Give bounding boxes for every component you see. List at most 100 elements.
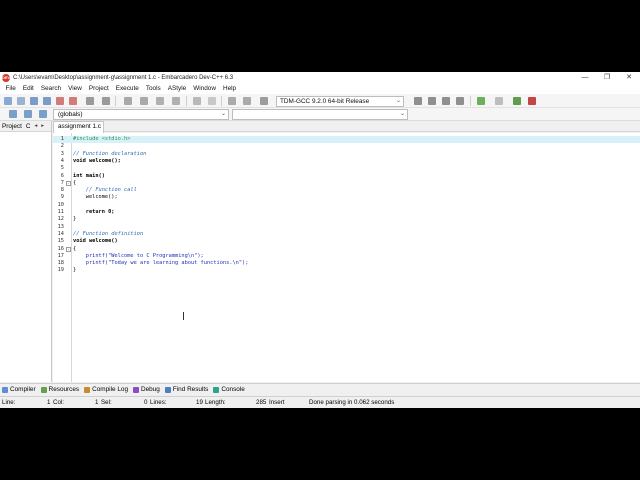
new-file-icon[interactable] [4, 97, 12, 105]
minimize-button[interactable]: — [574, 72, 596, 83]
window-title: C:\Users\evam\Desktop\assignment-g\assig… [13, 74, 234, 81]
tab-classes[interactable]: C [24, 123, 33, 130]
menu-file[interactable]: File [2, 85, 19, 92]
line-number: 18 [57, 260, 64, 267]
restore-button[interactable]: ❐ [596, 72, 618, 83]
code-line[interactable]: 1 #include <stdio.h> [53, 136, 640, 144]
save-all-icon[interactable] [43, 97, 51, 105]
debug-icon [133, 386, 140, 393]
members-select[interactable]: ⌄ [232, 109, 408, 120]
close-button[interactable]: ✕ [618, 72, 640, 83]
status-col-label: Col: [53, 399, 65, 406]
menu-project[interactable]: Project [85, 85, 112, 92]
code-line[interactable]: 10 [53, 202, 640, 209]
stop-execution-icon[interactable] [495, 97, 503, 105]
goto-declaration-icon[interactable] [9, 110, 17, 118]
compiler-select[interactable]: TDM-GCC 9.2.0 64-bit Release ⌄ [276, 96, 404, 107]
menu-tools[interactable]: Tools [142, 85, 164, 92]
code-text: printf("Today we are learning about func… [73, 260, 249, 267]
code-text: welcome(); [73, 194, 118, 201]
goto-definition-icon[interactable] [24, 110, 32, 118]
syntax-check-icon[interactable] [477, 97, 485, 105]
code-line[interactable]: 4 void welcome(); [53, 158, 640, 165]
code-line[interactable]: 6 int main() [53, 173, 640, 180]
tab-console[interactable]: Console [213, 386, 245, 393]
line-number: 10 [57, 201, 64, 208]
new-class-icon[interactable] [39, 110, 47, 118]
tab-assignment-1c[interactable]: assignment 1.c [53, 121, 104, 133]
menu-help[interactable]: Help [219, 85, 239, 92]
line-number: 14 [57, 230, 64, 237]
menu-window[interactable]: Window [190, 85, 220, 92]
status-bar: Line: 1 Col: 1 Sel: 0 Lines: 19 Length: … [0, 396, 640, 408]
scope-select[interactable]: (globals) ⌄ [53, 109, 229, 120]
save-icon[interactable] [30, 97, 38, 105]
print-icon[interactable] [86, 97, 94, 105]
compile-log-icon [84, 386, 91, 393]
tab-label: Find Results [172, 386, 209, 393]
code-line[interactable]: 2 [53, 143, 640, 150]
project-options-icon[interactable] [172, 97, 180, 105]
debug-icon[interactable] [513, 97, 521, 105]
open-file-icon[interactable] [17, 97, 25, 105]
menu-edit[interactable]: Edit [19, 85, 37, 92]
close-all-icon[interactable] [69, 97, 77, 105]
compile-icon[interactable] [414, 97, 422, 105]
code-line[interactable]: 5 [53, 165, 640, 172]
run-icon[interactable] [428, 97, 436, 105]
code-line[interactable]: 19} [53, 267, 640, 274]
chevron-down-icon: ⌄ [220, 111, 226, 117]
code-line[interactable]: 15 void welcome() [53, 238, 640, 245]
line-number: 16 [57, 245, 64, 252]
code-line[interactable]: 14 // Function definition [53, 231, 640, 238]
line-number: 19 [57, 267, 64, 274]
tab-scroll-left-icon[interactable]: ◂ [33, 123, 40, 129]
menu-search[interactable]: Search [37, 85, 64, 92]
tab-resources[interactable]: Resources [40, 386, 79, 393]
project-new-icon[interactable] [124, 97, 132, 105]
project-remove-icon[interactable] [156, 97, 164, 105]
menu-execute[interactable]: Execute [112, 85, 142, 92]
project-add-icon[interactable] [140, 97, 148, 105]
toggle-bookmark-icon[interactable] [260, 97, 268, 105]
code-line[interactable]: 17 printf("Welcome to C Programming\n"); [53, 253, 640, 260]
tab-debug[interactable]: Debug [133, 386, 160, 393]
tab-compile-log[interactable]: Compile Log [84, 386, 128, 393]
code-line[interactable]: 16-{ [53, 246, 640, 253]
code-editor[interactable]: 1 #include <stdio.h> 2 3 // Function declara… [53, 133, 640, 382]
tab-find-results[interactable]: Find Results [164, 386, 209, 393]
line-number: 5 [60, 165, 64, 172]
code-line[interactable]: 13 [53, 224, 640, 231]
compile-run-icon[interactable] [442, 97, 450, 105]
code-text: // Function call [73, 187, 137, 194]
tab-project[interactable]: Project [0, 123, 24, 130]
code-line[interactable]: 3 // Function declaration [53, 151, 640, 158]
indent-icon[interactable] [228, 97, 236, 105]
code-line[interactable]: 12} [53, 216, 640, 223]
toolbar-separator [221, 96, 222, 106]
tab-compiler[interactable]: Compiler [2, 386, 36, 393]
tab-scroll-right-icon[interactable]: ▸ [39, 123, 46, 129]
code-line[interactable]: 7-{ [53, 180, 640, 187]
menu-astyle[interactable]: AStyle [164, 85, 189, 92]
code-line[interactable]: 18 printf("Today we are learning about f… [53, 260, 640, 267]
line-number: 2 [60, 143, 64, 150]
code-line[interactable]: 9 welcome(); [53, 194, 640, 201]
profile-icon[interactable] [528, 97, 536, 105]
rebuild-icon[interactable] [456, 97, 464, 105]
fold-toggle-icon[interactable]: - [66, 181, 71, 187]
print-preview-icon[interactable] [102, 97, 110, 105]
close-file-icon[interactable] [56, 97, 64, 105]
menu-view[interactable]: View [65, 85, 86, 92]
code-text: int main() [73, 172, 105, 179]
code-line[interactable]: 11 return 0; [53, 209, 640, 216]
code-line[interactable]: 8 // Function call [53, 187, 640, 194]
dev-cpp-window: DEV C:\Users\evam\Desktop\assignment-g\a… [0, 72, 640, 408]
chevron-down-icon: ⌄ [395, 98, 401, 104]
code-text: return 0; [73, 209, 115, 215]
redo-icon[interactable] [208, 97, 216, 105]
fold-toggle-icon[interactable]: - [66, 247, 71, 252]
toolbar-separator [470, 96, 471, 106]
undo-icon[interactable] [193, 97, 201, 105]
unindent-icon[interactable] [243, 97, 251, 105]
